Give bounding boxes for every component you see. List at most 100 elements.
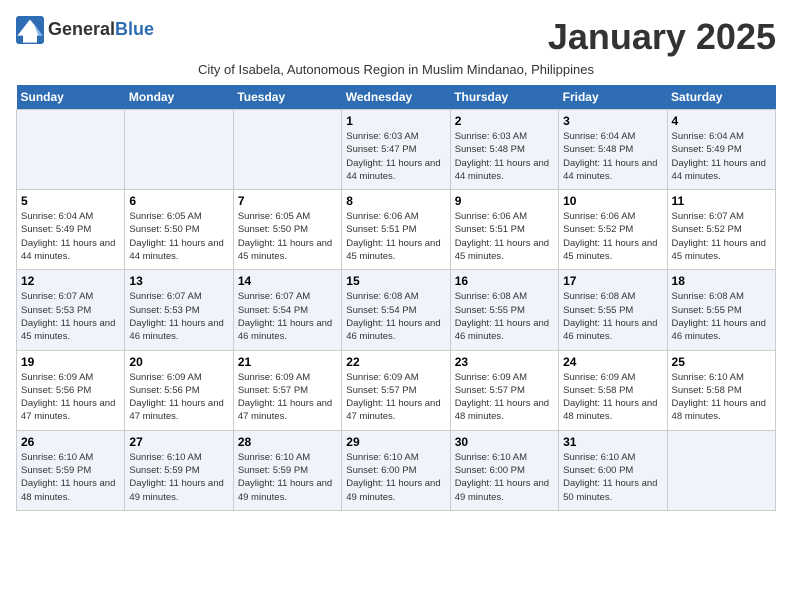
calendar-cell: 9 Sunrise: 6:06 AMSunset: 5:51 PMDaylight… — [450, 190, 558, 270]
day-info: Sunrise: 6:10 AMSunset: 6:00 PMDaylight:… — [563, 451, 662, 504]
day-number: 24 — [563, 355, 662, 369]
subtitle: City of Isabela, Autonomous Region in Mu… — [16, 62, 776, 77]
calendar-cell: 7 Sunrise: 6:05 AMSunset: 5:50 PMDaylight… — [233, 190, 341, 270]
calendar-cell: 30 Sunrise: 6:10 AMSunset: 6:00 PMDayligh… — [450, 430, 558, 510]
calendar-week-2: 5 Sunrise: 6:04 AMSunset: 5:49 PMDaylight… — [17, 190, 776, 270]
day-number: 1 — [346, 114, 445, 128]
calendar-cell: 3Sunrise: 6:04 AMSunset: 5:48 PMDaylight… — [559, 110, 667, 190]
logo-text: GeneralBlue — [48, 20, 154, 40]
calendar-cell — [233, 110, 341, 190]
weekday-header-tuesday: Tuesday — [233, 85, 341, 110]
day-number: 21 — [238, 355, 337, 369]
day-info: Sunrise: 6:10 AMSunset: 5:59 PMDaylight:… — [129, 451, 228, 504]
day-number: 23 — [455, 355, 554, 369]
day-info: Sunrise: 6:10 AMSunset: 5:59 PMDaylight:… — [21, 451, 120, 504]
day-info: Sunrise: 6:06 AMSunset: 5:52 PMDaylight:… — [563, 210, 662, 263]
day-info: Sunrise: 6:09 AMSunset: 5:57 PMDaylight:… — [238, 371, 337, 424]
day-info: Sunrise: 6:10 AMSunset: 5:58 PMDaylight:… — [672, 371, 771, 424]
day-info: Sunrise: 6:10 AMSunset: 6:00 PMDaylight:… — [455, 451, 554, 504]
day-number: 22 — [346, 355, 445, 369]
calendar-cell — [667, 430, 775, 510]
day-info: Sunrise: 6:03 AMSunset: 5:47 PMDaylight:… — [346, 130, 445, 183]
calendar-cell: 11Sunrise: 6:07 AMSunset: 5:52 PMDayligh… — [667, 190, 775, 270]
calendar-cell: 16Sunrise: 6:08 AMSunset: 5:55 PMDayligh… — [450, 270, 558, 350]
calendar-cell: 14Sunrise: 6:07 AMSunset: 5:54 PMDayligh… — [233, 270, 341, 350]
logo-general-text: General — [48, 19, 115, 39]
calendar-cell: 17 Sunrise: 6:08 AMSunset: 5:55 PMDayligh… — [559, 270, 667, 350]
day-info: Sunrise: 6:10 AMSunset: 5:59 PMDaylight:… — [238, 451, 337, 504]
day-number: 16 — [455, 274, 554, 288]
day-info: Sunrise: 6:03 AMSunset: 5:48 PMDaylight:… — [455, 130, 554, 183]
day-number: 4 — [672, 114, 771, 128]
day-number: 27 — [129, 435, 228, 449]
logo-blue-text: Blue — [115, 19, 154, 39]
day-number: 2 — [455, 114, 554, 128]
day-info: Sunrise: 6:08 AMSunset: 5:55 PMDaylight:… — [563, 290, 662, 343]
calendar-cell: 22 Sunrise: 6:09 AMSunset: 5:57 PMDayligh… — [342, 350, 450, 430]
day-number: 3 — [563, 114, 662, 128]
calendar-cell: 20 Sunrise: 6:09 AMSunset: 5:56 PMDayligh… — [125, 350, 233, 430]
day-number: 20 — [129, 355, 228, 369]
day-number: 17 — [563, 274, 662, 288]
day-number: 31 — [563, 435, 662, 449]
calendar-week-3: 12 Sunrise: 6:07 AMSunset: 5:53 PMDayligh… — [17, 270, 776, 350]
day-info: Sunrise: 6:07 AMSunset: 5:53 PMDaylight:… — [129, 290, 228, 343]
day-info: Sunrise: 6:06 AMSunset: 5:51 PMDaylight:… — [455, 210, 554, 263]
calendar-table: SundayMondayTuesdayWednesdayThursdayFrid… — [16, 85, 776, 511]
logo: GeneralBlue — [16, 16, 154, 44]
day-info: Sunrise: 6:09 AMSunset: 5:56 PMDaylight:… — [21, 371, 120, 424]
day-info: Sunrise: 6:07 AMSunset: 5:52 PMDaylight:… — [672, 210, 771, 263]
day-info: Sunrise: 6:09 AMSunset: 5:57 PMDaylight:… — [346, 371, 445, 424]
calendar-week-1: 1 Sunrise: 6:03 AMSunset: 5:47 PMDaylight… — [17, 110, 776, 190]
day-number: 15 — [346, 274, 445, 288]
day-number: 10 — [563, 194, 662, 208]
calendar-cell: 25Sunrise: 6:10 AMSunset: 5:58 PMDayligh… — [667, 350, 775, 430]
day-number: 29 — [346, 435, 445, 449]
day-info: Sunrise: 6:05 AMSunset: 5:50 PMDaylight:… — [129, 210, 228, 263]
weekday-header-friday: Friday — [559, 85, 667, 110]
day-number: 8 — [346, 194, 445, 208]
weekday-header-monday: Monday — [125, 85, 233, 110]
day-number: 12 — [21, 274, 120, 288]
logo-icon — [16, 16, 44, 44]
calendar-cell: 1 Sunrise: 6:03 AMSunset: 5:47 PMDaylight… — [342, 110, 450, 190]
day-info: Sunrise: 6:09 AMSunset: 5:58 PMDaylight:… — [563, 371, 662, 424]
day-info: Sunrise: 6:10 AMSunset: 6:00 PMDaylight:… — [346, 451, 445, 504]
calendar-cell: 27 Sunrise: 6:10 AMSunset: 5:59 PMDayligh… — [125, 430, 233, 510]
calendar-cell: 15 Sunrise: 6:08 AMSunset: 5:54 PMDayligh… — [342, 270, 450, 350]
calendar-week-4: 19Sunrise: 6:09 AMSunset: 5:56 PMDayligh… — [17, 350, 776, 430]
day-info: Sunrise: 6:04 AMSunset: 5:49 PMDaylight:… — [672, 130, 771, 183]
day-info: Sunrise: 6:06 AMSunset: 5:51 PMDaylight:… — [346, 210, 445, 263]
day-info: Sunrise: 6:08 AMSunset: 5:54 PMDaylight:… — [346, 290, 445, 343]
calendar-cell: 24 Sunrise: 6:09 AMSunset: 5:58 PMDayligh… — [559, 350, 667, 430]
calendar-cell: 21 Sunrise: 6:09 AMSunset: 5:57 PMDayligh… — [233, 350, 341, 430]
day-number: 6 — [129, 194, 228, 208]
day-info: Sunrise: 6:04 AMSunset: 5:49 PMDaylight:… — [21, 210, 120, 263]
calendar-cell: 31 Sunrise: 6:10 AMSunset: 6:00 PMDayligh… — [559, 430, 667, 510]
day-number: 7 — [238, 194, 337, 208]
calendar-cell: 23Sunrise: 6:09 AMSunset: 5:57 PMDayligh… — [450, 350, 558, 430]
day-number: 5 — [21, 194, 120, 208]
day-number: 14 — [238, 274, 337, 288]
weekday-header-sunday: Sunday — [17, 85, 125, 110]
day-info: Sunrise: 6:09 AMSunset: 5:56 PMDaylight:… — [129, 371, 228, 424]
day-number: 30 — [455, 435, 554, 449]
weekday-header-wednesday: Wednesday — [342, 85, 450, 110]
calendar-cell: 2 Sunrise: 6:03 AMSunset: 5:48 PMDaylight… — [450, 110, 558, 190]
day-number: 13 — [129, 274, 228, 288]
calendar-cell: 5 Sunrise: 6:04 AMSunset: 5:49 PMDaylight… — [17, 190, 125, 270]
day-number: 28 — [238, 435, 337, 449]
weekday-header-thursday: Thursday — [450, 85, 558, 110]
calendar-cell: 28 Sunrise: 6:10 AMSunset: 5:59 PMDayligh… — [233, 430, 341, 510]
calendar-cell: 4 Sunrise: 6:04 AMSunset: 5:49 PMDaylight… — [667, 110, 775, 190]
day-number: 9 — [455, 194, 554, 208]
month-title: January 2025 — [548, 16, 776, 58]
day-number: 26 — [21, 435, 120, 449]
calendar-cell: 10 Sunrise: 6:06 AMSunset: 5:52 PMDayligh… — [559, 190, 667, 270]
calendar-cell: 26 Sunrise: 6:10 AMSunset: 5:59 PMDayligh… — [17, 430, 125, 510]
calendar-cell: 18Sunrise: 6:08 AMSunset: 5:55 PMDayligh… — [667, 270, 775, 350]
day-info: Sunrise: 6:07 AMSunset: 5:53 PMDaylight:… — [21, 290, 120, 343]
calendar-cell: 13 Sunrise: 6:07 AMSunset: 5:53 PMDayligh… — [125, 270, 233, 350]
calendar-cell: 8 Sunrise: 6:06 AMSunset: 5:51 PMDaylight… — [342, 190, 450, 270]
day-info: Sunrise: 6:05 AMSunset: 5:50 PMDaylight:… — [238, 210, 337, 263]
